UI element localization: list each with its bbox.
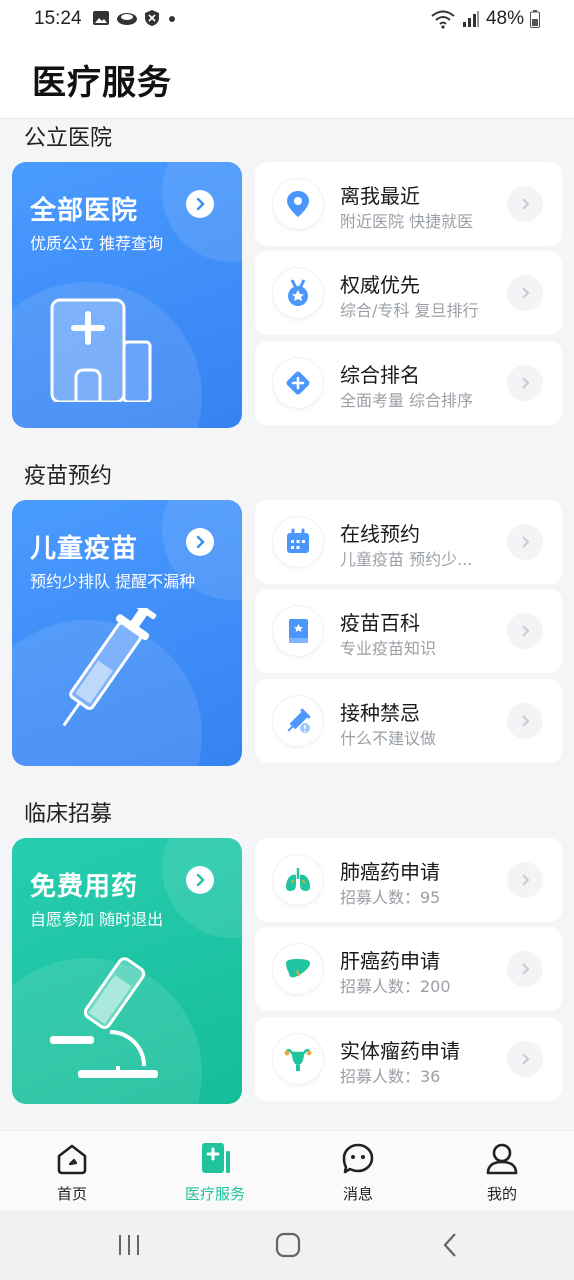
child-vaccine-card[interactable]: 儿童疫苗 预约少排队 提醒不漏种 <box>12 500 242 766</box>
item-title: 接种禁忌 <box>340 701 420 725</box>
section-title-clinical: 临床招募 <box>24 802 113 827</box>
list-item-ranking[interactable]: 综合排名 全面考量 综合排序 <box>255 341 562 425</box>
item-title: 肺癌药申请 <box>340 860 440 884</box>
chevron-right-icon <box>507 275 543 311</box>
card-title: 全部医院 <box>30 196 139 226</box>
calendar-icon <box>273 517 323 567</box>
list-item-vaccine-wiki[interactable]: 疫苗百科 专业疫苗知识 <box>255 589 562 673</box>
location-pin-icon <box>273 179 323 229</box>
list-item-authority[interactable]: 权威优先 综合/专科 复旦排行 <box>255 251 562 335</box>
battery-icon <box>530 10 540 28</box>
chevron-right-icon <box>507 862 543 898</box>
free-medication-card[interactable]: 免费用药 自愿参加 随时退出 <box>12 838 242 1104</box>
item-subtitle: 招募人数：36 <box>340 1067 441 1086</box>
tab-messages[interactable]: 消息 <box>298 1131 418 1211</box>
item-subtitle: 什么不建议做 <box>340 729 437 748</box>
item-title: 离我最近 <box>340 184 420 208</box>
card-title: 儿童疫苗 <box>30 534 139 564</box>
wifi-icon <box>431 10 455 29</box>
list-item-online-booking[interactable]: 在线预约 儿童疫苗 预约少... <box>255 500 562 584</box>
item-subtitle: 综合/专科 复旦排行 <box>340 301 479 320</box>
medical-book-icon <box>202 1143 230 1173</box>
image-icon <box>93 11 109 25</box>
section-title-hospitals: 公立医院 <box>24 126 113 151</box>
list-item-liver-cancer[interactable]: 肝癌药申请 招募人数：200 <box>255 927 562 1011</box>
all-hospitals-card[interactable]: 全部医院 优质公立 推荐查询 <box>12 162 242 428</box>
cloud-icon <box>117 13 137 25</box>
section-title-vaccines: 疫苗预约 <box>24 464 113 489</box>
item-title: 权威优先 <box>340 273 420 297</box>
microscope-illustration <box>50 957 158 1078</box>
status-time: 15:24 <box>34 8 82 29</box>
shield-icon <box>145 10 159 26</box>
signal-icon <box>462 11 479 27</box>
card-subtitle: 自愿参加 随时退出 <box>30 910 164 929</box>
tab-home[interactable]: 首页 <box>12 1131 132 1211</box>
chevron-right-icon <box>507 365 543 401</box>
battery-percent: 48% <box>485 8 524 29</box>
system-nav-bar <box>0 1210 574 1280</box>
back-icon[interactable] <box>438 1232 464 1258</box>
page-header: 医疗服务 <box>0 38 574 119</box>
chevron-right-icon <box>507 524 543 560</box>
dot-icon <box>169 16 175 22</box>
status-right: 48% <box>430 8 540 30</box>
item-subtitle: 专业疫苗知识 <box>340 639 437 658</box>
chevron-right-icon[interactable] <box>186 190 214 218</box>
item-subtitle: 招募人数：95 <box>340 888 441 907</box>
item-subtitle: 儿童疫苗 预约少... <box>340 550 473 569</box>
chevron-right-icon <box>507 613 543 649</box>
chevron-right-icon[interactable] <box>186 528 214 556</box>
card-subtitle: 预约少排队 提醒不漏种 <box>30 572 196 591</box>
tab-label: 消息 <box>342 1185 373 1203</box>
uterus-icon <box>273 1034 323 1084</box>
list-item-nearest[interactable]: 离我最近 附近医院 快捷就医 <box>255 162 562 246</box>
page-title: 医疗服务 <box>32 63 172 103</box>
item-title: 综合排名 <box>340 363 420 387</box>
card-subtitle: 优质公立 推荐查询 <box>30 234 164 253</box>
medal-icon <box>273 268 323 318</box>
chevron-right-icon <box>507 703 543 739</box>
status-bar: 15:24 48% <box>0 0 574 38</box>
list-item-contraindications[interactable]: 接种禁忌 什么不建议做 <box>255 679 562 763</box>
chevron-right-icon[interactable] <box>186 866 214 894</box>
list-item-lung-cancer[interactable]: 肺癌药申请 招募人数：95 <box>255 838 562 922</box>
liver-icon <box>273 944 323 994</box>
item-subtitle: 全面考量 综合排序 <box>340 391 474 410</box>
home-nav-icon[interactable] <box>275 1232 301 1258</box>
bottom-tab-bar: 首页 医疗服务 消息 我的 <box>0 1130 574 1211</box>
item-title: 肝癌药申请 <box>340 949 440 973</box>
item-subtitle: 招募人数：200 <box>340 977 451 996</box>
tab-label: 我的 <box>486 1185 517 1203</box>
item-title: 在线预约 <box>340 522 420 546</box>
item-subtitle: 附近医院 快捷就医 <box>340 212 474 231</box>
lungs-icon <box>273 855 323 905</box>
tab-label: 首页 <box>56 1185 87 1203</box>
list-item-solid-tumor[interactable]: 实体瘤药申请 招募人数：36 <box>255 1017 562 1101</box>
tab-label: 医疗服务 <box>184 1185 245 1203</box>
chat-bubble-icon <box>342 1143 374 1174</box>
medical-cross-diamond-icon <box>273 358 323 408</box>
notification-icons <box>92 9 178 27</box>
chevron-right-icon <box>507 186 543 222</box>
card-title: 免费用药 <box>30 872 139 902</box>
recent-apps-icon[interactable] <box>116 1232 142 1258</box>
hospital-building-illustration <box>50 298 152 402</box>
chevron-right-icon <box>507 951 543 987</box>
item-title: 疫苗百科 <box>340 611 420 635</box>
syringe-illustration <box>62 608 157 727</box>
user-icon <box>486 1143 518 1175</box>
book-icon <box>273 606 323 656</box>
item-title: 实体瘤药申请 <box>340 1039 460 1063</box>
syringe-warning-icon <box>273 696 323 746</box>
tab-medical-services[interactable]: 医疗服务 <box>155 1131 275 1211</box>
tab-profile[interactable]: 我的 <box>442 1131 562 1211</box>
chevron-right-icon <box>507 1041 543 1077</box>
home-icon <box>57 1144 87 1175</box>
